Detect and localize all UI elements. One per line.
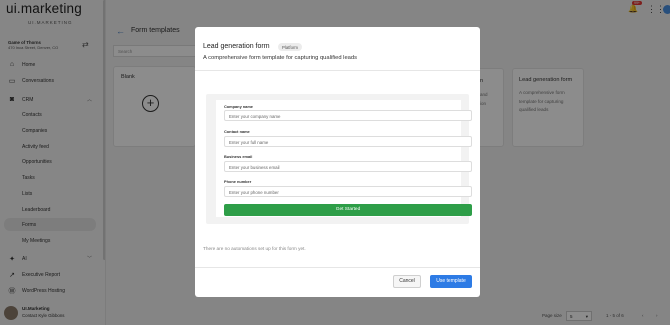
field-label: Contact name <box>224 129 250 134</box>
company-name-field[interactable]: Enter your company name <box>224 110 472 121</box>
form-preview-card: Company name Enter your company name Con… <box>216 100 472 217</box>
field-label: Company name <box>224 104 253 109</box>
get-started-button[interactable]: Get Started <box>224 204 472 216</box>
business-email-field[interactable]: Enter your business email <box>224 161 472 172</box>
use-template-button[interactable]: Use template <box>430 275 472 288</box>
automations-note: There are no automations set up for this… <box>203 246 306 251</box>
contact-name-field[interactable]: Enter your full name <box>224 136 472 147</box>
template-preview-modal: Lead generation form Platform A comprehe… <box>195 27 480 297</box>
cancel-button[interactable]: Cancel <box>393 275 421 288</box>
phone-number-field[interactable]: Enter your phone number <box>224 186 472 197</box>
field-label: Business email <box>224 154 253 159</box>
divider <box>195 70 480 71</box>
modal-title: Lead generation form <box>203 43 270 50</box>
modal-description: A comprehensive form template for captur… <box>203 55 358 61</box>
form-preview: Company name Enter your company name Con… <box>206 94 472 224</box>
divider <box>195 267 480 268</box>
platform-tag: Platform <box>278 43 302 51</box>
field-label: Phone number <box>224 179 252 184</box>
